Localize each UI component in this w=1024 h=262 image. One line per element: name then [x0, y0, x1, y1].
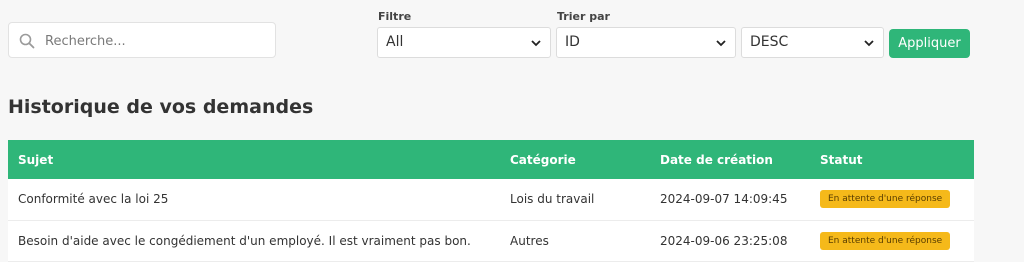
search-box[interactable]	[8, 22, 276, 59]
cell-subject: Besoin d'aide avec le congédiement d'un …	[8, 220, 500, 262]
search-icon	[19, 33, 35, 49]
table-row[interactable]: Besoin d'aide avec le congédiement d'un …	[8, 220, 974, 262]
chevron-down-icon	[863, 37, 875, 49]
status-badge: En attente d'une réponse	[820, 231, 951, 250]
chevron-down-icon	[715, 37, 727, 49]
cell-created: 2024-09-07 14:09:45	[650, 179, 810, 221]
section-title: Historique de vos demandes	[8, 96, 314, 118]
table-header-row: Sujet Catégorie Date de création Statut	[8, 140, 974, 179]
header-subject: Sujet	[8, 140, 500, 179]
header-created: Date de création	[650, 140, 810, 179]
sort-value: ID	[565, 34, 580, 50]
filter-value: All	[386, 34, 404, 50]
header-status: Statut	[810, 140, 974, 179]
sort-label: Trier par	[557, 10, 610, 23]
sort-select[interactable]: ID	[556, 27, 736, 58]
search-input[interactable]	[43, 23, 273, 59]
order-value: DESC	[750, 34, 789, 50]
chevron-down-icon	[530, 37, 542, 49]
cell-subject: Conformité avec la loi 25	[8, 179, 500, 221]
filter-select[interactable]: All	[377, 27, 551, 58]
table-row[interactable]: Conformité avec la loi 25 Lois du travai…	[8, 179, 974, 221]
header-category: Catégorie	[500, 140, 650, 179]
cell-created: 2024-09-06 23:25:08	[650, 220, 810, 262]
filter-label: Filtre	[378, 10, 412, 23]
requests-table: Sujet Catégorie Date de création Statut …	[8, 140, 974, 262]
order-select[interactable]: DESC	[741, 27, 884, 58]
cell-category: Lois du travail	[500, 179, 650, 221]
cell-category: Autres	[500, 220, 650, 262]
apply-button[interactable]: Appliquer	[889, 29, 970, 58]
status-badge: En attente d'une réponse	[820, 190, 951, 209]
